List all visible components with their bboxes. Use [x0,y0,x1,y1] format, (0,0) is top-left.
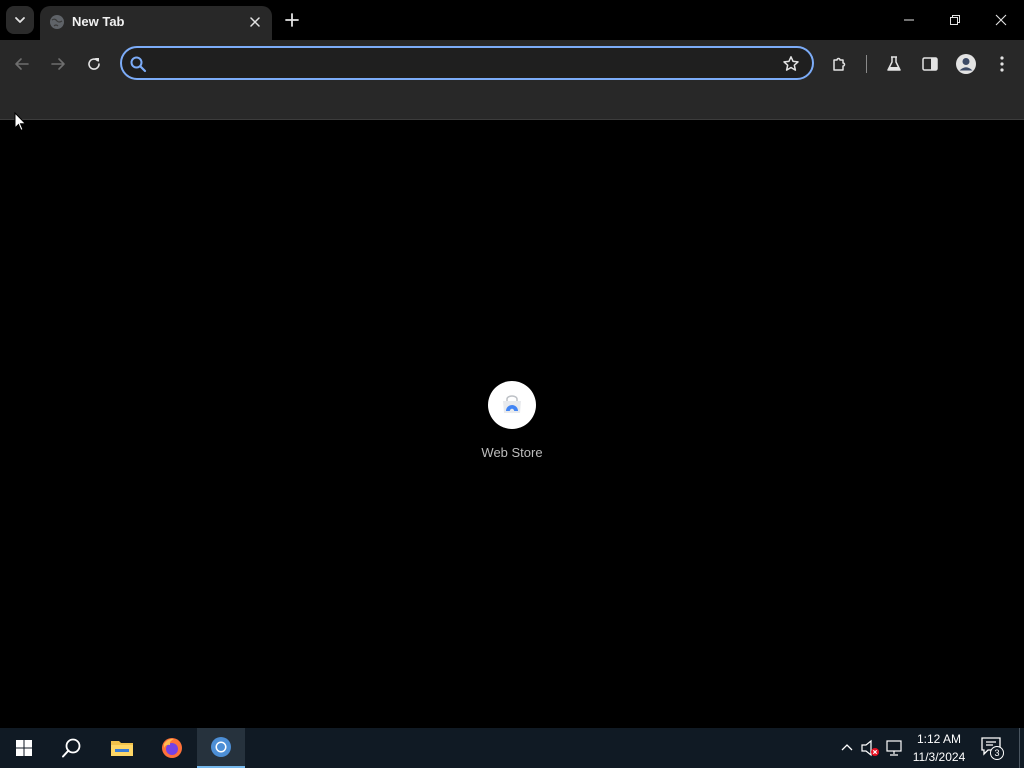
chrome-icon [211,737,231,757]
reload-icon [88,58,100,70]
network-icon [886,740,902,756]
new-tab-button[interactable] [280,8,304,32]
close-icon [250,17,260,27]
flask-icon [887,56,901,71]
toolbar-separator [866,55,867,73]
forward-button[interactable] [44,50,72,78]
labs-button[interactable] [880,50,908,78]
browser-toolbar [0,40,1024,88]
show-desktop-button[interactable] [1019,728,1020,768]
bookmarks-bar [0,88,1024,120]
volume-button[interactable] [860,738,880,758]
taskbar-firefox[interactable] [148,728,196,768]
profile-button[interactable] [952,50,980,78]
reload-button[interactable] [80,50,108,78]
address-input[interactable] [154,52,774,76]
taskbar-search-button[interactable] [48,728,96,768]
clock-time: 1:12 AM [916,732,962,746]
extensions-button[interactable] [826,50,854,78]
action-center-button[interactable]: 3 [980,736,1006,760]
chevron-up-icon [841,744,853,751]
plus-icon [285,13,299,27]
minimize-icon [904,19,914,21]
address-bar[interactable] [120,46,814,80]
notification-count-badge: 3 [990,746,1004,760]
speaker-muted-icon [861,739,879,757]
minimize-button[interactable] [886,0,932,40]
search-icon [128,54,148,74]
menu-button[interactable] [988,50,1016,78]
system-clock[interactable]: 1:12 AM 11/3/2024 [906,730,972,766]
start-button[interactable] [0,728,48,768]
restore-icon [950,15,960,25]
chrome-web-store-icon [488,381,536,429]
taskbar-file-explorer[interactable] [98,728,146,768]
star-icon [783,56,799,71]
mouse-cursor-icon [14,112,27,132]
arrow-right-icon [51,58,65,70]
tab-close-button[interactable] [246,13,264,31]
shortcut-label: Web Store [481,445,543,460]
show-hidden-icons-button[interactable] [837,738,857,758]
network-button[interactable] [884,738,904,758]
side-panel-icon [922,57,938,71]
puzzle-icon [833,57,846,71]
clock-date: 11/3/2024 [912,750,966,764]
kebab-menu-icon [1000,56,1004,72]
close-window-button[interactable] [978,0,1024,40]
tab-search-button[interactable] [6,6,34,34]
tab-new-tab[interactable]: New Tab [40,6,272,40]
new-tab-page: Web Store [0,121,1024,728]
search-icon [62,738,81,758]
globe-icon [50,15,64,29]
title-bar: New Tab [0,0,1024,40]
arrow-left-icon [15,58,29,70]
side-panel-button[interactable] [916,50,944,78]
chevron-down-icon [15,17,25,23]
firefox-icon [162,738,182,758]
windows-taskbar: 1:12 AM 11/3/2024 3 [0,728,1024,768]
folder-icon [111,741,133,756]
tab-title: New Tab [72,14,125,29]
avatar-icon [956,54,976,74]
back-button[interactable] [8,50,36,78]
taskbar-chrome[interactable] [197,728,245,768]
windows-logo-icon [16,740,32,756]
restore-button[interactable] [932,0,978,40]
bookmark-star-button[interactable] [780,53,802,75]
shortcut-web-store[interactable]: Web Store [472,381,552,471]
close-icon [995,14,1007,26]
